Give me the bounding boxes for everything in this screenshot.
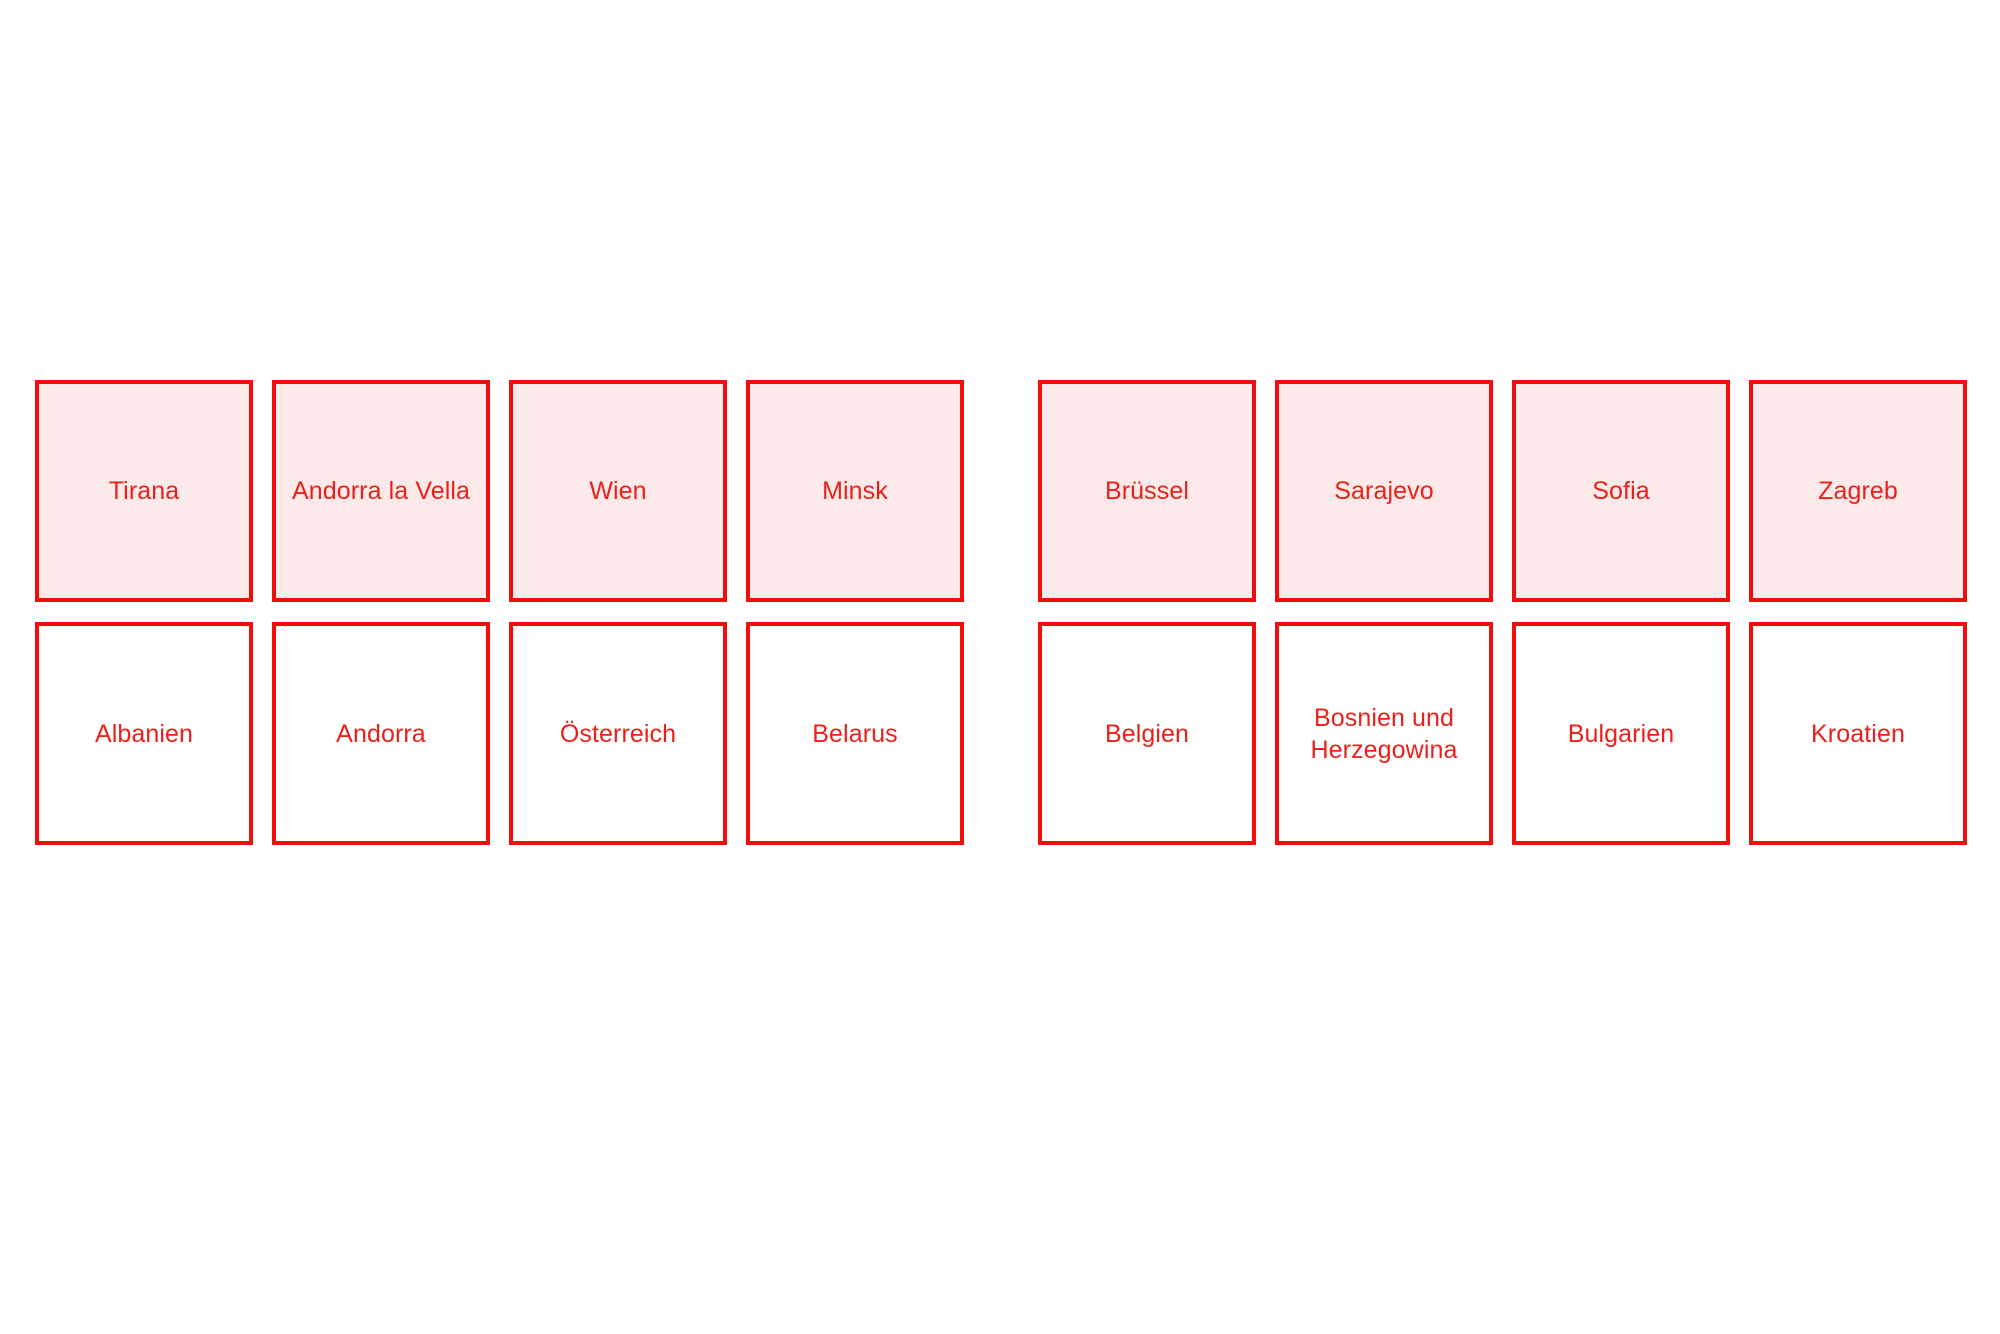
capital-label: Wien (589, 477, 647, 505)
slide-canvas: Tirana Albanien Andorra la Vella Andorra… (0, 0, 2000, 1334)
country-card[interactable]: Albanien (35, 622, 253, 845)
capital-card[interactable]: Wien (509, 380, 727, 602)
country-label: Bulgarien (1567, 719, 1675, 748)
country-card[interactable]: Bulgarien (1512, 622, 1730, 845)
card-group-right: Brüssel Belgien Sarajevo Bosnien und Her… (1038, 380, 1967, 845)
capital-card[interactable]: Brüssel (1038, 380, 1256, 602)
capital-label: Sofia (1592, 477, 1650, 505)
country-label: Bosnien und Herzegowina (1310, 703, 1458, 764)
capital-label: Sarajevo (1334, 477, 1434, 505)
capital-card[interactable]: Andorra la Vella (272, 380, 490, 602)
country-card[interactable]: Kroatien (1749, 622, 1967, 845)
capital-country-pair: Zagreb Kroatien (1749, 380, 1967, 845)
country-card[interactable]: Belarus (746, 622, 964, 845)
capital-label: Brüssel (1104, 477, 1190, 505)
capital-country-pair: Tirana Albanien (35, 380, 253, 845)
capital-country-pair: Wien Österreich (509, 380, 727, 845)
capital-card[interactable]: Zagreb (1749, 380, 1967, 602)
capital-card[interactable]: Sofia (1512, 380, 1730, 602)
country-label: Albanien (94, 719, 194, 748)
capital-card[interactable]: Minsk (746, 380, 964, 602)
capital-card[interactable]: Tirana (35, 380, 253, 602)
country-label: Österreich (559, 719, 677, 748)
card-group-left: Tirana Albanien Andorra la Vella Andorra… (35, 380, 964, 845)
capital-country-pair: Minsk Belarus (746, 380, 964, 845)
capital-country-pair: Sarajevo Bosnien und Herzegowina (1275, 380, 1493, 845)
country-card[interactable]: Andorra (272, 622, 490, 845)
country-card[interactable]: Österreich (509, 622, 727, 845)
capital-label: Zagreb (1818, 477, 1898, 505)
country-label: Kroatien (1811, 719, 1905, 748)
country-label: Belgien (1104, 719, 1190, 748)
capital-label: Andorra la Vella (291, 477, 471, 505)
country-card[interactable]: Bosnien und Herzegowina (1275, 622, 1493, 845)
country-label: Belarus (812, 719, 898, 748)
country-card[interactable]: Belgien (1038, 622, 1256, 845)
capital-card[interactable]: Sarajevo (1275, 380, 1493, 602)
country-label: Andorra (336, 719, 426, 748)
capital-country-pair: Andorra la Vella Andorra (272, 380, 490, 845)
capital-country-pair: Brüssel Belgien (1038, 380, 1256, 845)
capital-label: Tirana (108, 477, 180, 505)
capital-country-pair: Sofia Bulgarien (1512, 380, 1730, 845)
capital-label: Minsk (822, 477, 888, 505)
